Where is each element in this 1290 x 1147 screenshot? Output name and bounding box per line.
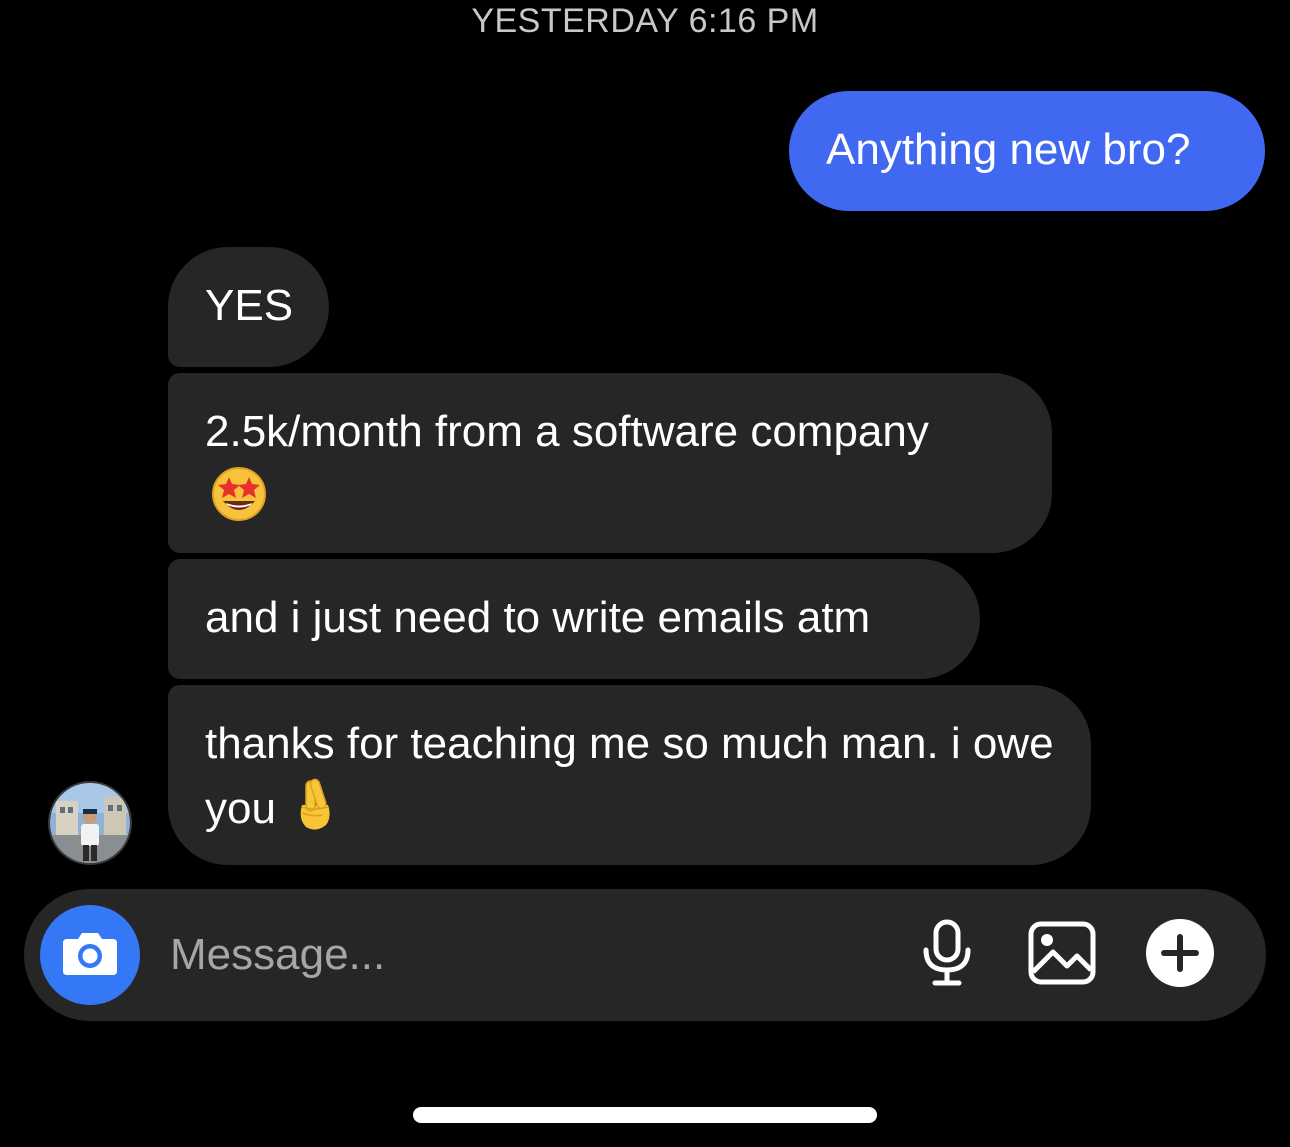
incoming-message[interactable]: YES [168,247,329,367]
message-text: 2.5k/month from a software company [205,407,929,456]
voice-message-button[interactable] [912,915,982,995]
home-indicator[interactable] [413,1107,877,1123]
message-input[interactable] [170,925,870,985]
star-struck-emoji [209,463,269,540]
incoming-message[interactable]: thanks for teaching me so much man. i ow… [168,685,1091,865]
gallery-icon [1027,920,1097,991]
crossed-fingers-emoji [292,775,336,848]
message-text: and i just need to write emails atm [205,593,871,642]
more-options-button[interactable] [1144,918,1216,993]
contact-avatar[interactable] [48,781,132,865]
incoming-message[interactable]: 2.5k/month from a software company [168,373,1052,553]
camera-icon [61,929,119,982]
timestamp-separator: YESTERDAY 6:16 PM [471,2,819,40]
incoming-message[interactable]: and i just need to write emails atm [168,559,980,679]
microphone-icon [919,918,975,993]
gallery-button[interactable] [1024,919,1100,991]
plus-icon [1145,918,1215,993]
camera-button[interactable] [40,905,140,1005]
message-text: Anything new bro? [826,125,1191,174]
message-text: YES [205,281,294,330]
message-composer [24,889,1266,1021]
outgoing-message[interactable]: Anything new bro? [789,91,1265,211]
